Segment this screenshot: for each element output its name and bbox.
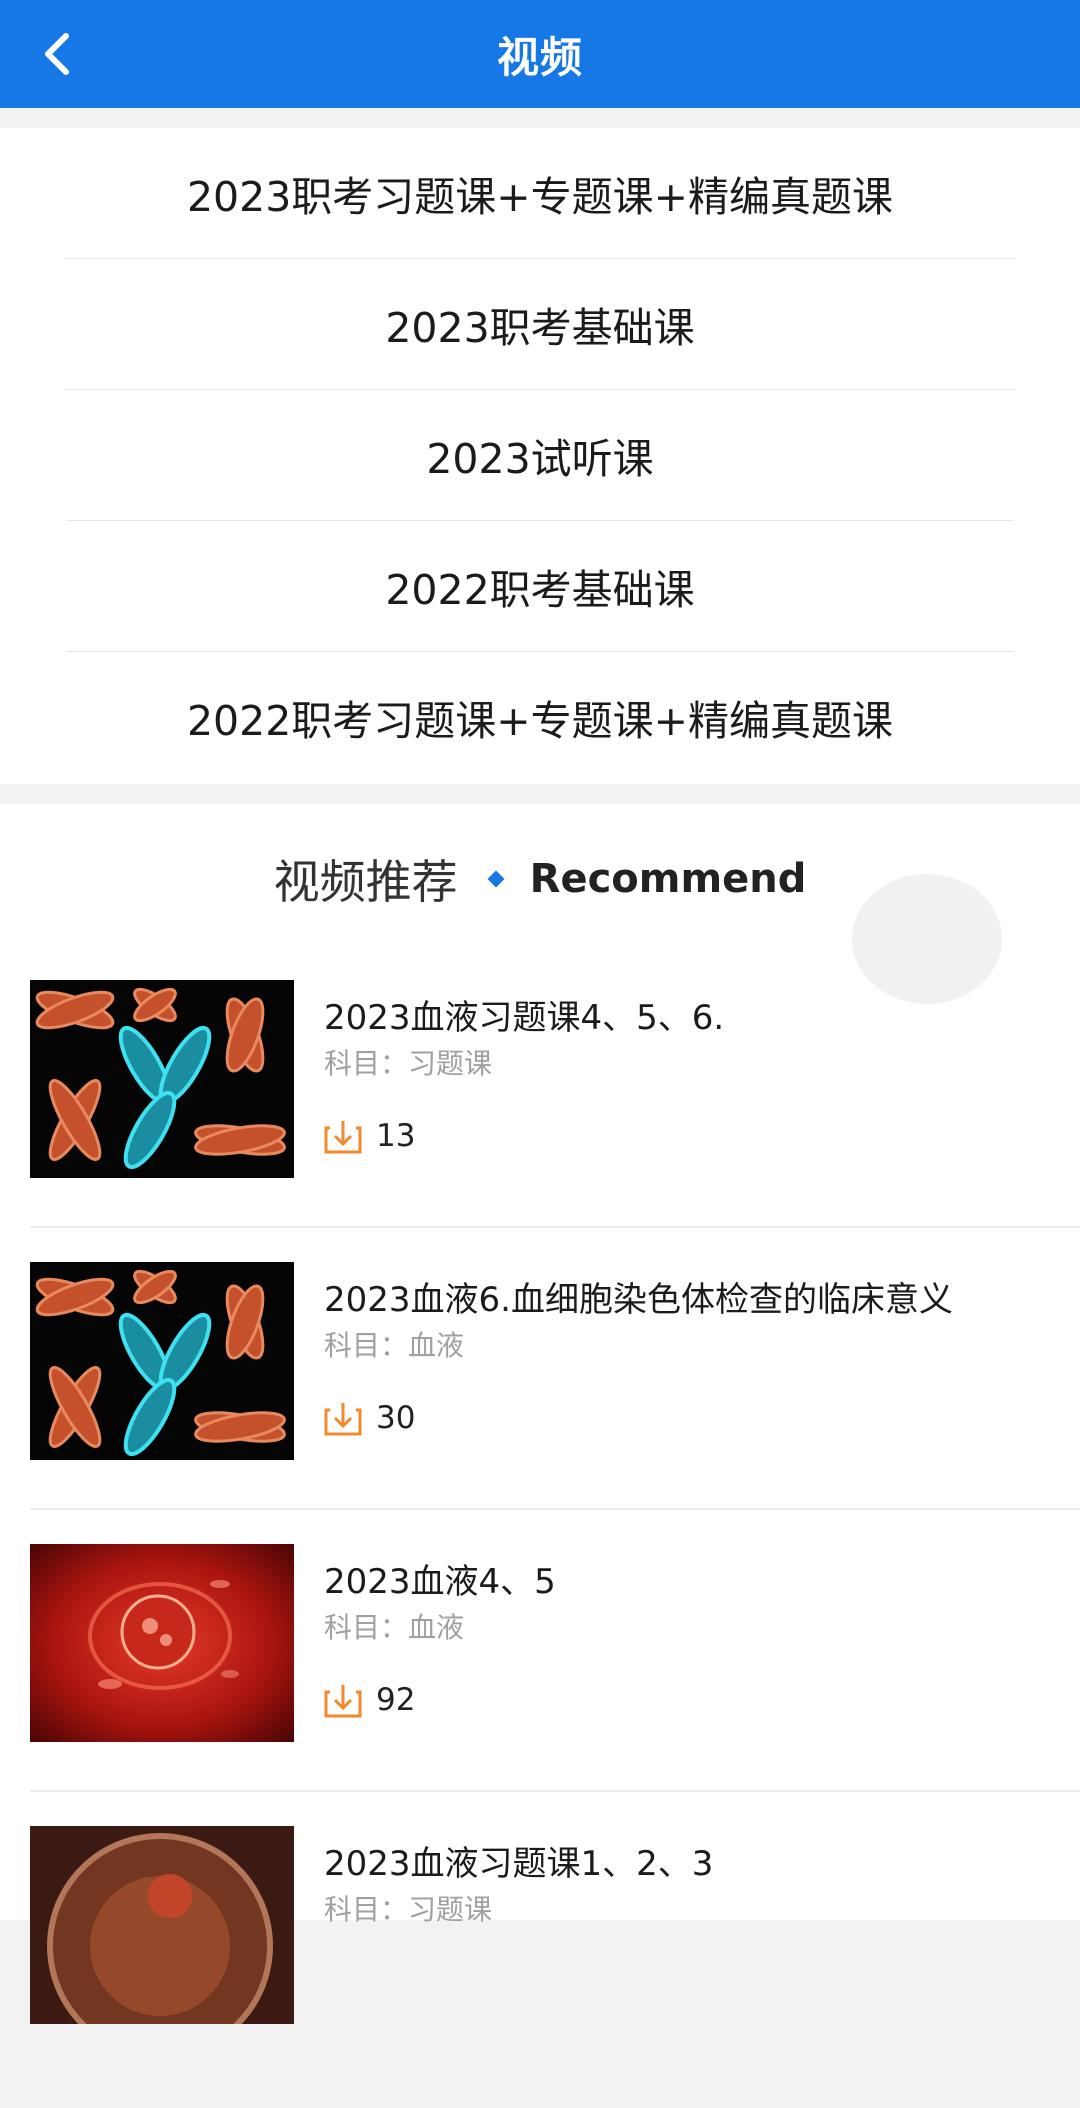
video-info: 2023血液习题课4、5、6. 科目：习题课 13 [324, 980, 1044, 1178]
video-list-item[interactable]: 2023血液4、5 科目：血液 92 [30, 1544, 1080, 1826]
video-thumbnail [30, 980, 294, 1178]
video-title: 2023血液4、5 [324, 1562, 556, 1602]
download-count-value: 13 [376, 1118, 416, 1154]
download-count: 13 [324, 1118, 415, 1154]
download-icon [324, 1403, 362, 1436]
video-thumbnail [30, 1544, 294, 1742]
category-item[interactable]: 2023职考习题课+专题课+精编真题课 [66, 128, 1014, 258]
back-button[interactable] [34, 30, 82, 78]
recommend-title: 视频推荐 [273, 855, 458, 909]
category-item[interactable]: 2023职考基础课 [66, 259, 1014, 389]
category-item[interactable]: 2022职考习题课+专题课+精编真题课 [66, 652, 1014, 782]
download-icon [324, 1685, 362, 1718]
divider [30, 1508, 1080, 1510]
video-subject: 科目：血液 [324, 1611, 465, 1644]
recommend-subtitle: Recommend [529, 856, 807, 902]
download-count: 92 [324, 1682, 415, 1718]
download-count-value: 30 [376, 1400, 416, 1436]
category-item[interactable]: 2022职考基础课 [66, 521, 1014, 651]
video-list-item[interactable]: 2023血液习题课4、5、6. 科目：习题课 13 [30, 980, 1080, 1262]
video-list-item[interactable]: 2023血液习题课1、2、3 科目：习题课 [30, 1826, 1080, 2108]
diamond-icon [487, 870, 505, 888]
video-subject: 科目：习题课 [324, 1047, 493, 1080]
video-title: 2023血液习题课4、5、6. [324, 998, 725, 1038]
download-icon [324, 1121, 362, 1154]
download-count-value: 92 [376, 1682, 416, 1718]
video-info: 2023血液习题课1、2、3 科目：习题课 [324, 1826, 1044, 2024]
video-thumbnail [30, 1826, 294, 2024]
category-item[interactable]: 2023试听课 [66, 390, 1014, 520]
video-title: 2023血液习题课1、2、3 [324, 1844, 714, 1884]
video-thumbnail [30, 1262, 294, 1460]
video-info: 2023血液4、5 科目：血液 92 [324, 1544, 1044, 1742]
top-navigation-bar: 视频 [0, 0, 1080, 108]
video-subject: 科目：血液 [324, 1329, 465, 1362]
video-info: 2023血液6.血细胞染色体检查的临床意义 科目：血液 30 [324, 1262, 1044, 1460]
video-list-item[interactable]: 2023血液6.血细胞染色体检查的临床意义 科目：血液 30 [30, 1262, 1080, 1544]
download-count: 30 [324, 1400, 415, 1436]
page-title: 视频 [496, 32, 583, 82]
divider [30, 1790, 1080, 1792]
video-subject: 科目：习题课 [324, 1893, 493, 1926]
video-title: 2023血液6.血细胞染色体检查的临床意义 [324, 1280, 953, 1320]
divider [30, 1226, 1080, 1228]
recommend-section: 视频推荐 Recommend 2023血液习题课4、5、6. 科目：习题课 13… [0, 804, 1080, 2024]
category-list: 2023职考习题课+专题课+精编真题课 2023职考基础课 2023试听课 20… [0, 128, 1080, 784]
chevron-left-icon [45, 33, 69, 75]
